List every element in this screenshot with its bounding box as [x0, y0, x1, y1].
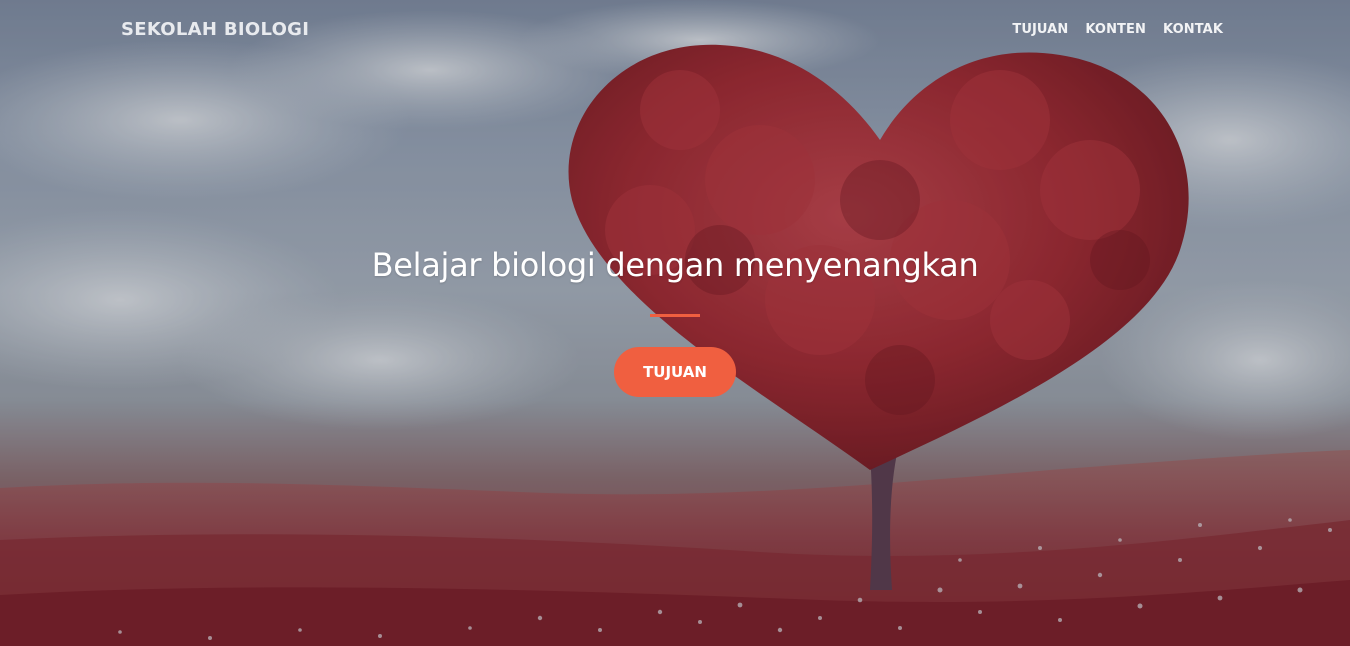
hero-section: SEKOLAH BIOLOGI TUJUAN KONTEN KONTAK Bel… — [0, 0, 1350, 646]
navbar: SEKOLAH BIOLOGI TUJUAN KONTEN KONTAK — [0, 0, 1350, 62]
brand-logo[interactable]: SEKOLAH BIOLOGI — [121, 19, 309, 40]
tujuan-cta-button[interactable]: TUJUAN — [614, 347, 736, 397]
nav-link-konten[interactable]: KONTEN — [1085, 22, 1146, 37]
hero-divider — [650, 314, 700, 317]
nav-link-tujuan[interactable]: TUJUAN — [1012, 22, 1068, 37]
nav-link-kontak[interactable]: KONTAK — [1163, 22, 1223, 37]
hero-title: Belajar biologi dengan menyenangkan — [371, 246, 979, 284]
hero-content: Belajar biologi dengan menyenangkan TUJU… — [0, 246, 1350, 397]
nav-links: TUJUAN KONTEN KONTAK — [1012, 22, 1223, 37]
